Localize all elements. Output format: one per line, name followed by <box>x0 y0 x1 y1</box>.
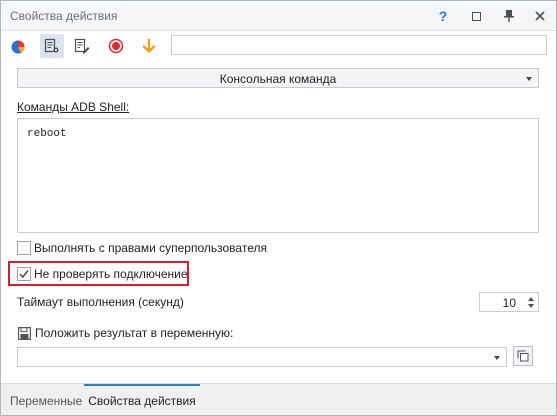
action-props-icon <box>44 38 59 53</box>
record-button[interactable] <box>104 34 128 58</box>
copy-icon <box>517 350 529 362</box>
timeout-label: Таймаут выполнения (секунд) <box>17 295 184 309</box>
commands-textarea[interactable]: reboot <box>17 118 539 233</box>
no-check-connection-checkbox[interactable] <box>17 267 31 281</box>
action-properties-window: Свойства действия ? Консольная команда К… <box>0 0 557 416</box>
commands-label: Команды ADB Shell: <box>17 100 130 114</box>
arrow-down-icon <box>142 38 156 53</box>
maximize-button[interactable] <box>467 7 485 25</box>
toolbar <box>1 31 556 61</box>
bottom-tabs: Переменные Свойства действия <box>1 383 556 415</box>
timeout-spinner[interactable]: 10 <box>479 292 539 312</box>
close-button[interactable] <box>531 7 549 25</box>
save-icon <box>18 326 31 340</box>
help-button[interactable]: ? <box>434 7 452 25</box>
superuser-label: Выполнять с правами суперпользователя <box>34 241 267 255</box>
action-name-input[interactable] <box>171 35 547 55</box>
spin-down-icon[interactable] <box>528 304 534 308</box>
save-result-row: Положить результат в переменную: <box>18 325 233 341</box>
save-result-label: Положить результат в переменную: <box>35 326 234 340</box>
spin-up-icon[interactable] <box>528 297 534 301</box>
no-check-connection-label: Не проверять подключение <box>34 267 188 281</box>
title-bar: Свойства действия ? <box>1 1 556 31</box>
tab-action-properties[interactable]: Свойства действия <box>84 384 200 415</box>
play-pie-icon <box>11 40 25 54</box>
timeout-value: 10 <box>502 296 516 310</box>
pin-icon <box>504 10 514 22</box>
edit-list-button[interactable] <box>70 34 94 58</box>
variable-combobox[interactable] <box>17 347 507 367</box>
commands-value: reboot <box>27 128 67 140</box>
close-icon <box>535 11 545 21</box>
properties-panel: Консольная команда Команды ADB Shell: re… <box>1 61 556 383</box>
copy-button[interactable] <box>513 346 533 366</box>
record-icon <box>108 38 124 54</box>
superuser-checkbox[interactable] <box>17 241 31 255</box>
action-type-value: Консольная команда <box>219 72 337 86</box>
window-title: Свойства действия <box>10 9 118 23</box>
edit-list-icon <box>74 38 90 54</box>
chevron-down-icon <box>526 77 532 81</box>
chevron-down-icon <box>494 356 500 360</box>
move-down-button[interactable] <box>137 34 161 58</box>
tab-variables[interactable]: Переменные <box>10 384 82 415</box>
superuser-option[interactable]: Выполнять с правами суперпользователя <box>17 239 267 257</box>
action-type-dropdown[interactable]: Консольная команда <box>17 68 539 88</box>
pin-button[interactable] <box>500 7 518 25</box>
action-properties-button[interactable] <box>40 34 64 58</box>
maximize-icon <box>471 11 481 21</box>
checkmark-icon <box>19 270 29 278</box>
no-check-connection-option[interactable]: Не проверять подключение <box>17 265 188 283</box>
run-action-button[interactable] <box>6 34 30 58</box>
